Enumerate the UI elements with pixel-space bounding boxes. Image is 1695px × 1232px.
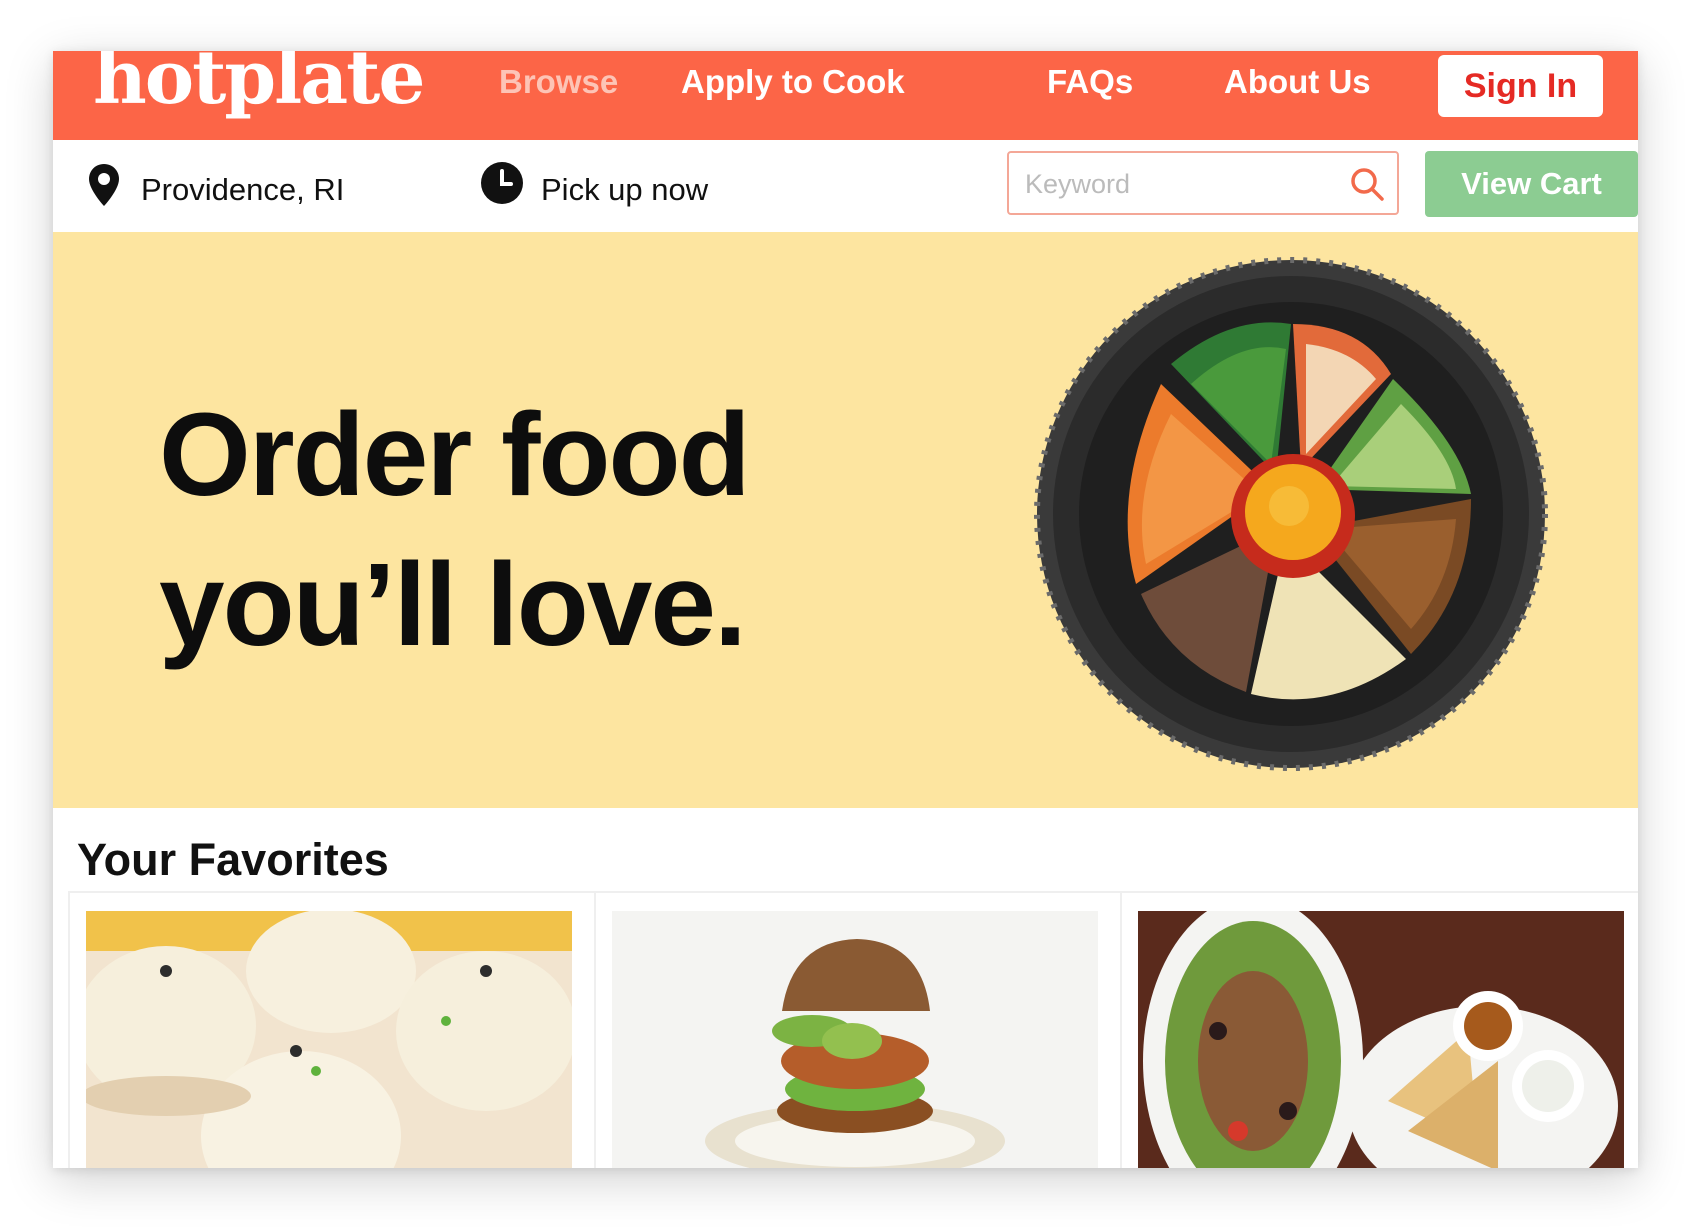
location-selector[interactable]: Providence, RI	[141, 172, 344, 208]
sign-in-button[interactable]: Sign In	[1438, 55, 1603, 117]
favorite-card-burger[interactable]	[594, 891, 1120, 1168]
favorite-card-dumplings[interactable]	[68, 891, 594, 1168]
nav-about-us[interactable]: About Us	[1224, 65, 1371, 98]
nav-faqs[interactable]: FAQs	[1047, 65, 1133, 98]
hero-headline: Order food you’ll love.	[159, 380, 751, 680]
favorites-heading: Your Favorites	[77, 834, 389, 885]
clock-icon	[480, 161, 524, 210]
search-input[interactable]	[1023, 163, 1347, 205]
logo[interactable]: hotplate	[93, 51, 425, 115]
search-box	[1007, 151, 1399, 215]
hero-line-1: Order food	[159, 389, 751, 521]
top-nav: hotplate Browse Apply to Cook FAQs About…	[53, 51, 1638, 140]
view-cart-button[interactable]: View Cart	[1425, 151, 1638, 217]
favorite-card-salad[interactable]	[1120, 891, 1638, 1168]
map-pin-icon	[87, 162, 121, 213]
app-window: hotplate Browse Apply to Cook FAQs About…	[53, 51, 1638, 1168]
search-icon[interactable]	[1349, 166, 1385, 207]
nav-apply-to-cook[interactable]: Apply to Cook	[681, 65, 905, 98]
bibimbap-bowl-image	[1034, 257, 1548, 771]
nav-browse[interactable]: Browse	[499, 65, 618, 98]
hero-banner: Order food you’ll love.	[53, 232, 1638, 808]
salad-platter-image	[1138, 911, 1624, 1168]
dumplings-image	[86, 911, 572, 1168]
filter-bar: Providence, RI Pick up now View Cart	[53, 140, 1638, 232]
hero-line-2: you’ll love.	[159, 539, 747, 671]
favorites-list	[68, 891, 1638, 1168]
veggie-burger-image	[612, 911, 1098, 1168]
pickup-time-selector[interactable]: Pick up now	[541, 172, 708, 208]
